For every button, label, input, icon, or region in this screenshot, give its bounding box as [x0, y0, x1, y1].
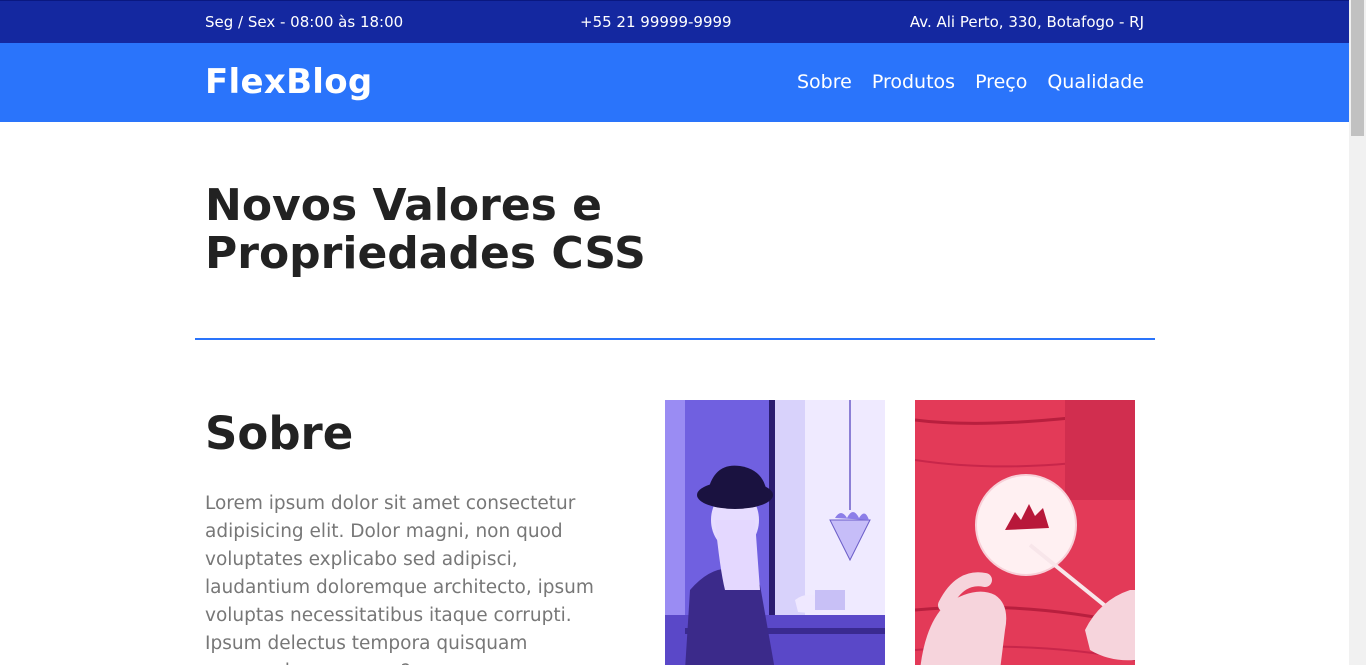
sobre-paragraph: Lorem ipsum dolor sit amet consectetur a… — [205, 493, 594, 665]
nav-link-produtos[interactable]: Produtos — [872, 70, 955, 94]
business-hours: Seg / Sex - 08:00 às 18:00 — [205, 13, 404, 31]
top-info-bar: Seg / Sex - 08:00 às 18:00 +55 21 99999-… — [0, 0, 1349, 43]
nav-link-preco[interactable]: Preço — [975, 70, 1027, 94]
page-title: Novos Valores e Propriedades CSS — [205, 180, 646, 279]
nav-link-sobre[interactable]: Sobre — [797, 70, 852, 94]
phone-number: +55 21 99999-9999 — [580, 13, 732, 31]
sobre-heading: Sobre — [205, 407, 354, 460]
section-divider — [195, 338, 1155, 340]
site-logo[interactable]: FlexBlog — [205, 62, 373, 102]
page: Seg / Sex - 08:00 às 18:00 +55 21 99999-… — [0, 0, 1349, 665]
main-nav: Sobre Produtos Preço Qualidade — [797, 70, 1144, 94]
photo-woman-window — [665, 400, 885, 665]
vertical-scrollbar[interactable] — [1349, 0, 1366, 665]
scrollbar-thumb[interactable] — [1351, 0, 1364, 136]
site-header: FlexBlog Sobre Produtos Preço Qualidade — [0, 43, 1349, 122]
photo-painting-hands — [915, 400, 1135, 665]
woman-at-window-image — [665, 400, 885, 665]
address: Av. Ali Perto, 330, Botafogo - RJ — [909, 13, 1144, 31]
nav-link-qualidade[interactable]: Qualidade — [1047, 70, 1144, 94]
painting-hands-image — [915, 400, 1135, 665]
